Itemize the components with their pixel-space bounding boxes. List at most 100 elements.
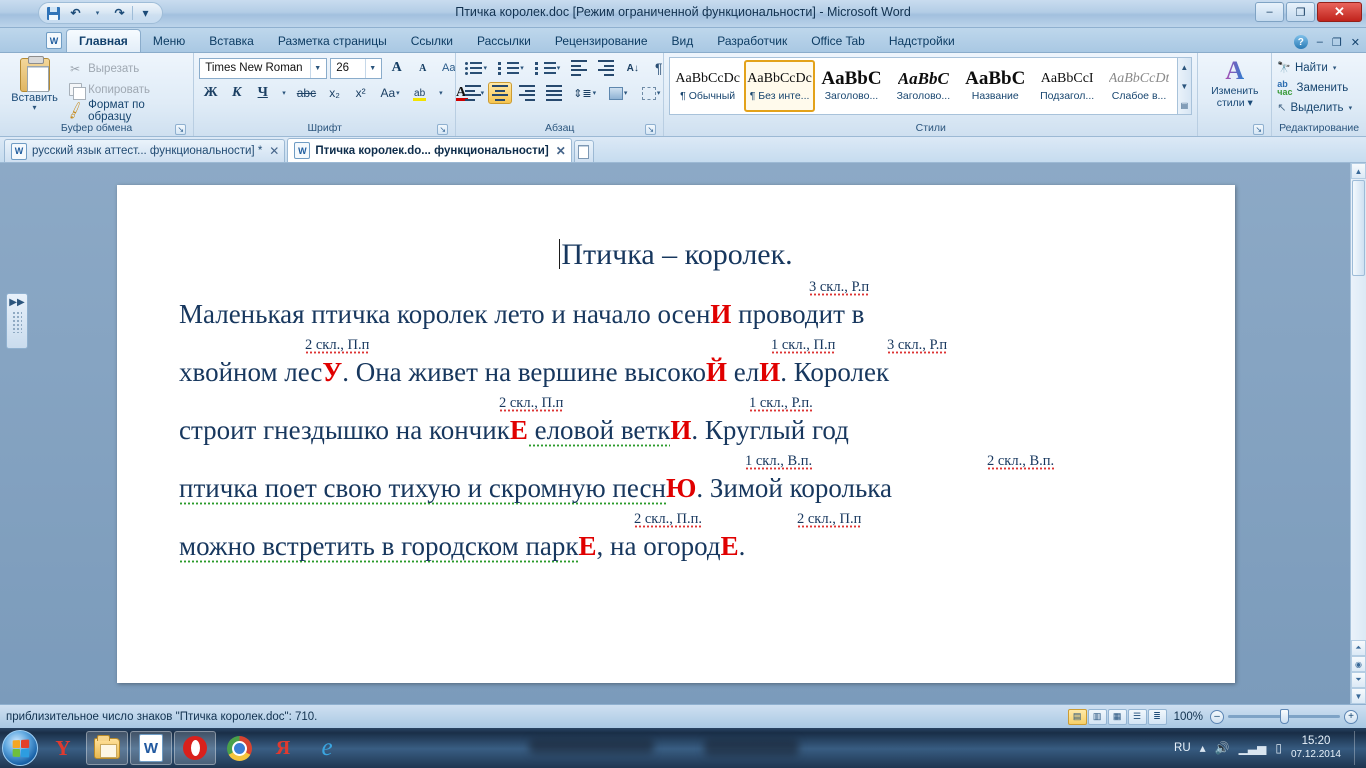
outline-view-button[interactable]: ☰: [1127, 708, 1147, 725]
chevron-down-icon[interactable]: ▼: [365, 58, 379, 78]
tab-page-layout[interactable]: Разметка страницы: [266, 31, 399, 52]
align-center-button[interactable]: [488, 82, 513, 104]
shrink-font-button[interactable]: A: [411, 57, 434, 79]
zoom-slider[interactable]: – +: [1210, 709, 1358, 724]
restore-document-button[interactable]: ❐: [1332, 36, 1342, 49]
align-left-button[interactable]: [461, 82, 485, 104]
quick-access-toolbar[interactable]: ↶ ▾ ↷ ▾: [38, 2, 163, 24]
change-styles-button[interactable]: A Изменить стили ▾: [1203, 56, 1266, 110]
redo-button[interactable]: ↷: [110, 4, 129, 23]
line-spacing-button[interactable]: ⇕≣ ▾: [569, 82, 600, 104]
style-normal[interactable]: AaBbCcDc ¶ Обычный: [672, 60, 744, 112]
scroll-up-icon[interactable]: ▲: [1351, 163, 1366, 179]
format-painter-button[interactable]: 🖌 Формат по образцу: [64, 99, 188, 123]
subscript-button[interactable]: x₂: [323, 82, 346, 104]
style-no-spacing[interactable]: AaBbCcDc ¶ Без инте...: [744, 60, 816, 112]
highlight-dropdown[interactable]: ▾: [434, 82, 447, 104]
shading-button[interactable]: ▾: [603, 82, 633, 104]
scroll-down-icon[interactable]: ▼: [1178, 77, 1192, 95]
text-highlight-button[interactable]: ab: [408, 82, 431, 104]
tab-menu[interactable]: Меню: [141, 31, 197, 52]
next-page-icon[interactable]: ⏷: [1351, 672, 1366, 688]
styles-gallery-scrollbar[interactable]: ▲ ▼ ▤: [1177, 57, 1193, 115]
language-indicator[interactable]: RU: [1174, 742, 1191, 754]
volume-icon[interactable]: 🔊: [1215, 741, 1230, 755]
document-text[interactable]: Птичка – королек. 3 скл., Р.п Маленькая …: [117, 185, 1235, 683]
underline-button[interactable]: Ч: [251, 82, 274, 104]
justify-button[interactable]: [542, 82, 566, 104]
style-subtitle[interactable]: AaBbCcI Подзагол...: [1031, 60, 1103, 112]
multilevel-list-button[interactable]: ▾: [531, 57, 565, 79]
tab-developer[interactable]: Разработчик: [705, 31, 799, 52]
save-button[interactable]: [44, 4, 63, 23]
help-icon[interactable]: ?: [1293, 35, 1308, 49]
full-screen-reading-view-button[interactable]: ▥: [1087, 708, 1107, 725]
tab-review[interactable]: Рецензирование: [543, 31, 660, 52]
select-browse-object-icon[interactable]: ◉: [1351, 656, 1366, 672]
close-icon[interactable]: ✕: [269, 144, 279, 158]
tab-insert[interactable]: Вставка: [197, 31, 266, 52]
grow-font-button[interactable]: A: [385, 57, 408, 79]
zoom-out-button[interactable]: –: [1210, 709, 1224, 724]
previous-page-icon[interactable]: ⏶: [1351, 640, 1366, 656]
scrollbar-thumb[interactable]: [1352, 180, 1365, 276]
bold-button[interactable]: Ж: [199, 82, 222, 104]
font-size-combo[interactable]: 26 ▼: [330, 57, 383, 79]
tab-view[interactable]: Вид: [660, 31, 706, 52]
tab-references[interactable]: Ссылки: [399, 31, 465, 52]
start-button[interactable]: [2, 730, 38, 766]
doc-tab-ptichka-korolek[interactable]: Птичка королек.do... функциональности] ✕: [287, 138, 572, 162]
taskbar-opera[interactable]: [174, 731, 216, 765]
print-layout-view-button[interactable]: ▤: [1067, 708, 1087, 725]
sort-button[interactable]: A↓: [621, 57, 644, 79]
taskbar-internet-explorer[interactable]: e: [306, 731, 348, 765]
minimize-ribbon-button[interactable]: –: [1317, 36, 1323, 48]
battery-icon[interactable]: ▯: [1275, 741, 1282, 755]
taskbar-chrome[interactable]: [218, 731, 260, 765]
borders-button[interactable]: ▾: [636, 82, 666, 104]
show-hidden-icons-icon[interactable]: ▴: [1200, 741, 1206, 755]
close-icon[interactable]: ✕: [556, 144, 566, 158]
close-button[interactable]: ✕: [1317, 2, 1362, 22]
tab-mailings[interactable]: Рассылки: [465, 31, 543, 52]
new-document-tab-button[interactable]: [573, 140, 594, 162]
paste-button[interactable]: Вставить ▾: [5, 56, 64, 112]
change-case-button[interactable]: Aa ▾: [375, 82, 405, 104]
scroll-down-icon[interactable]: ▼: [1351, 688, 1366, 704]
chevron-down-icon[interactable]: ▼: [310, 58, 324, 78]
italic-button[interactable]: К: [225, 82, 248, 104]
style-heading-2[interactable]: AaBbC Заголово...: [887, 60, 959, 112]
zoom-track[interactable]: [1228, 709, 1340, 724]
document-page[interactable]: Птичка – королек. 3 скл., Р.п Маленькая …: [117, 185, 1235, 683]
replace-button[interactable]: ab чac Заменить: [1277, 78, 1352, 97]
customize-qat-button[interactable]: ▾: [136, 4, 155, 23]
zoom-thumb[interactable]: [1280, 709, 1289, 724]
taskbar-yandex-browser[interactable]: Y: [42, 731, 84, 765]
navigation-flyout-handle[interactable]: ▶▶: [6, 293, 28, 349]
style-subtle-emphasis[interactable]: AaBbCcDt Слабое в...: [1103, 60, 1175, 112]
close-document-button[interactable]: ✕: [1351, 36, 1360, 49]
find-button[interactable]: 🔭 Найти ▾: [1277, 58, 1352, 77]
taskbar-word[interactable]: [130, 731, 172, 765]
strikethrough-button[interactable]: abc: [293, 82, 320, 104]
styles-gallery[interactable]: AaBbCcDc ¶ Обычный AaBbCcDc ¶ Без инте..…: [669, 57, 1178, 115]
font-name-combo[interactable]: Times New Roman ▼: [199, 57, 328, 79]
clock[interactable]: 15:20 07.12.2014: [1291, 735, 1341, 761]
taskbar-yandex[interactable]: Я: [262, 731, 304, 765]
bullet-list-button[interactable]: ▾: [461, 57, 491, 79]
undo-dropdown[interactable]: ▾: [88, 4, 107, 23]
style-title[interactable]: AaBbC Название: [959, 60, 1031, 112]
tab-addins[interactable]: Надстройки: [877, 31, 967, 52]
more-styles-icon[interactable]: ▤: [1178, 96, 1192, 114]
vertical-scrollbar[interactable]: ▲ ⏶ ◉ ⏷ ▼: [1350, 163, 1366, 704]
scroll-up-icon[interactable]: ▲: [1178, 58, 1192, 76]
tab-home[interactable]: Главная: [66, 29, 141, 52]
zoom-in-button[interactable]: +: [1344, 709, 1358, 724]
paragraph-dialog-launcher[interactable]: ↘: [645, 124, 657, 135]
zoom-level[interactable]: 100%: [1174, 711, 1203, 723]
cut-button[interactable]: ✂ Вырезать: [64, 59, 188, 78]
web-layout-view-button[interactable]: ▦: [1107, 708, 1127, 725]
align-right-button[interactable]: [515, 82, 539, 104]
network-icon[interactable]: ▁▃▅: [1239, 741, 1267, 755]
minimize-button[interactable]: –: [1255, 2, 1284, 22]
